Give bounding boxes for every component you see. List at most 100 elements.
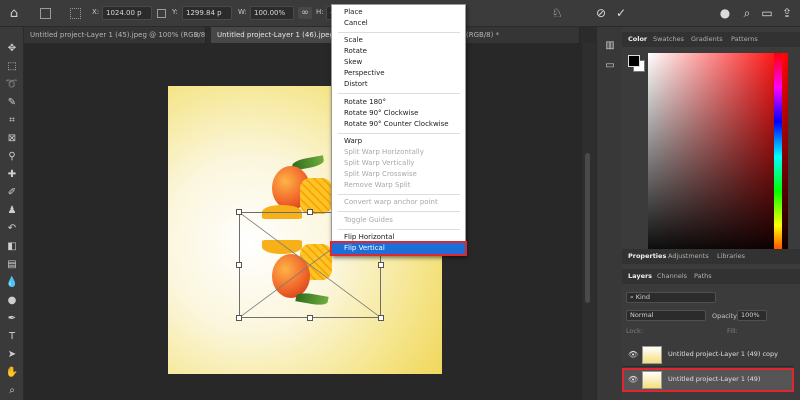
layer-row[interactable]: 👁 Untitled project-Layer 1 (49) copy (622, 343, 794, 367)
tools-panel: ✥ ⬚ ➰ ✎ ⌗ ⊠ ⚲ ✚ ✐ ♟ ↶ ◧ ▤ 💧 ● ✒ T ➤ ✋ ⌕ (0, 27, 24, 400)
scrollbar-thumb[interactable] (585, 153, 590, 303)
zoom-tool-icon[interactable]: ⌕ (4, 383, 20, 398)
hue-slider[interactable] (774, 53, 782, 260)
history-panel-icon[interactable]: ▥ (602, 39, 618, 53)
layers-panel-tabs: Layers Channels Paths (622, 269, 800, 284)
transform-handle-bottom-right[interactable] (378, 315, 384, 321)
menu-item-cancel[interactable]: Cancel (332, 18, 465, 29)
menu-item-scale[interactable]: Scale (332, 35, 465, 46)
blur-tool-icon[interactable]: 💧 (4, 275, 20, 290)
properties-panel-tabs: Properties Adjustments Libraries (622, 249, 800, 264)
tab-libraries[interactable]: Libraries (717, 249, 745, 264)
menu-item-split-warp-vertically: Split Warp Vertically (344, 159, 415, 167)
healing-brush-tool-icon[interactable]: ✚ (4, 167, 20, 182)
close-icon[interactable]: × (194, 27, 200, 43)
tab-label: (RGB/8) * (466, 31, 500, 39)
marquee-tool-icon[interactable]: ⬚ (4, 59, 20, 74)
tab-patterns[interactable]: Patterns (731, 32, 758, 47)
color-picker-field[interactable] (648, 53, 788, 260)
tab-properties[interactable]: Properties (628, 249, 666, 264)
comments-panel-icon[interactable]: ▭ (602, 59, 618, 73)
menu-item-rotate-90-cw[interactable]: Rotate 90° Clockwise (332, 108, 465, 119)
tab-adjustments[interactable]: Adjustments (668, 249, 709, 264)
transform-handle-top[interactable] (307, 209, 313, 215)
tab-layers[interactable]: Layers (628, 269, 652, 284)
menu-item-rotate[interactable]: Rotate (332, 46, 465, 57)
filter-kind-label: Kind (635, 293, 651, 301)
tab-label: Untitled project-Layer 1 (45).jpeg @ 100… (30, 31, 206, 39)
transform-handle-bottom[interactable] (307, 315, 313, 321)
relative-position-icon[interactable] (157, 9, 166, 18)
type-tool-icon[interactable]: T (4, 329, 20, 344)
puppet-warp-icon[interactable]: ♘ (548, 4, 566, 22)
reference-point-icon[interactable] (40, 8, 51, 19)
crop-tool-icon[interactable]: ⌗ (4, 113, 20, 128)
account-icon[interactable]: ● (716, 4, 734, 22)
home-icon[interactable]: ⌂ (6, 6, 22, 22)
menu-item-rotate-90-ccw[interactable]: Rotate 90° Counter Clockwise (332, 119, 465, 130)
eye-icon[interactable]: 👁 (628, 375, 638, 384)
hand-tool-icon[interactable]: ✋ (4, 365, 20, 380)
lock-label: Lock: (626, 327, 644, 335)
pen-tool-icon[interactable]: ✒ (4, 311, 20, 326)
stamp-tool-icon[interactable]: ♟ (4, 203, 20, 218)
layer-filter-kind[interactable]: ⌕ Kind (626, 292, 716, 303)
transform-handle-top-left[interactable] (236, 209, 242, 215)
layer-name: Untitled project-Layer 1 (49) (668, 375, 761, 383)
menu-item-rotate-180[interactable]: Rotate 180° (332, 97, 465, 108)
tab-paths[interactable]: Paths (694, 269, 712, 284)
y-position-field[interactable]: 1299.84 p (182, 6, 232, 20)
lasso-tool-icon[interactable]: ➰ (4, 77, 20, 92)
x-position-field[interactable]: 1024.00 p (102, 6, 152, 20)
menu-item-flip-vertical[interactable]: Flip Vertical (330, 241, 467, 256)
eye-icon[interactable]: 👁 (628, 350, 638, 359)
frame-tool-icon[interactable]: ⊠ (4, 131, 20, 146)
search-icon[interactable]: ⌕ (738, 4, 756, 22)
width-field[interactable]: 100.00% (250, 6, 294, 20)
color-panel-tabs: Color Swatches Gradients Patterns (622, 32, 800, 47)
tab-document-49[interactable]: (RGB/8) * (460, 27, 580, 43)
fill-label: Fill: (727, 327, 738, 335)
transform-handle-right[interactable] (378, 262, 384, 268)
tab-document-45[interactable]: Untitled project-Layer 1 (45).jpeg @ 100… (24, 27, 206, 43)
layer-thumbnail (642, 346, 662, 364)
tab-color[interactable]: Color (628, 32, 647, 47)
tab-channels[interactable]: Channels (657, 269, 687, 284)
tab-gradients[interactable]: Gradients (691, 32, 723, 47)
tab-swatches[interactable]: Swatches (653, 32, 684, 47)
history-brush-tool-icon[interactable]: ↶ (4, 221, 20, 236)
eraser-tool-icon[interactable]: ◧ (4, 239, 20, 254)
w-label: W: (238, 8, 247, 16)
vertical-scrollbar[interactable] (582, 43, 596, 400)
eyedropper-tool-icon[interactable]: ⚲ (4, 149, 20, 164)
layer-name: Untitled project-Layer 1 (49) copy (668, 350, 779, 358)
dodge-tool-icon[interactable]: ● (4, 293, 20, 308)
quick-select-tool-icon[interactable]: ✎ (4, 95, 20, 110)
commit-transform-icon[interactable]: ✓ (612, 4, 630, 22)
transform-handle-left[interactable] (236, 262, 242, 268)
link-icon[interactable]: ∞ (298, 7, 312, 19)
transform-handle-bottom-left[interactable] (236, 315, 242, 321)
move-tool-icon[interactable]: ✥ (4, 41, 20, 56)
cancel-transform-icon[interactable]: ⊘ (592, 4, 610, 22)
menu-item-skew[interactable]: Skew (332, 57, 465, 68)
layer-row-selected[interactable]: 👁 Untitled project-Layer 1 (49) (622, 368, 794, 392)
y-label: Y: (172, 8, 178, 16)
brush-tool-icon[interactable]: ✐ (4, 185, 20, 200)
workspace-icon[interactable]: ▭ (758, 4, 776, 22)
menu-item-perspective[interactable]: Perspective (332, 68, 465, 79)
opacity-field[interactable]: 100% (737, 310, 767, 321)
menu-item-place[interactable]: Place (332, 7, 465, 18)
blend-mode-select[interactable]: Normal (626, 310, 706, 321)
foreground-color-swatch[interactable] (628, 55, 640, 67)
menu-separator (338, 133, 460, 134)
menu-item-flip-horizontal[interactable]: Flip Horizontal (332, 232, 465, 243)
menu-item-distort[interactable]: Distort (332, 79, 465, 90)
menu-item-warp[interactable]: Warp (332, 136, 465, 147)
menu-separator (338, 32, 460, 33)
gradient-tool-icon[interactable]: ▤ (4, 257, 20, 272)
right-panel: Color Swatches Gradients Patterns Proper… (622, 27, 800, 400)
share-icon[interactable]: ⇪ (778, 4, 796, 22)
path-select-tool-icon[interactable]: ➤ (4, 347, 20, 362)
transform-grid-icon[interactable] (70, 8, 81, 19)
